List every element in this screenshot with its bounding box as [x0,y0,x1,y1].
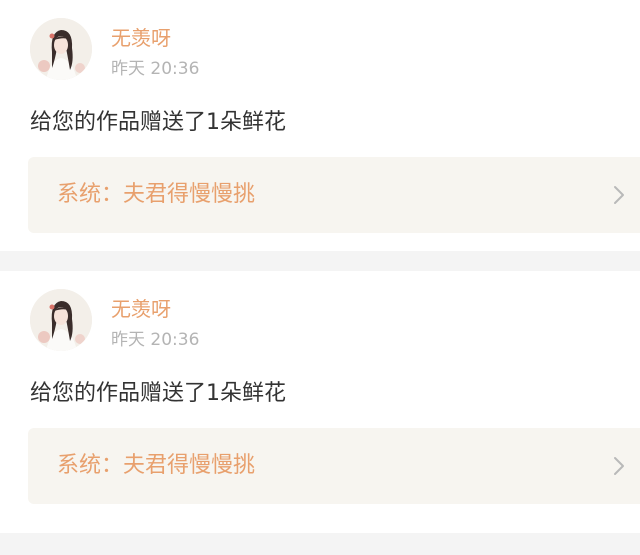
timestamp: 昨天 20:36 [111,59,200,79]
timestamp: 昨天 20:36 [111,330,200,350]
notification-card: 无羡呀 昨天 20:36 给您的作品赠送了1朵鲜花 系统：夫君得慢慢挑 [0,271,640,533]
system-link-text: 系统：夫君得慢慢挑 [57,182,256,207]
user-avatar-icon[interactable] [30,289,92,351]
username[interactable]: 无羡呀 [111,296,171,322]
chevron-right-icon [612,183,626,207]
chevron-right-icon [612,454,626,478]
user-avatar-icon[interactable] [30,18,92,80]
system-link-box[interactable]: 系统：夫君得慢慢挑 [28,428,640,504]
message-text: 给您的作品赠送了1朵鲜花 [30,110,286,135]
system-link-text: 系统：夫君得慢慢挑 [57,453,256,478]
system-link-box[interactable]: 系统：夫君得慢慢挑 [28,157,640,233]
notification-card: 无羡呀 昨天 20:36 给您的作品赠送了1朵鲜花 系统：夫君得慢慢挑 [0,0,640,251]
message-text: 给您的作品赠送了1朵鲜花 [30,381,286,406]
notification-feed: 无羡呀 昨天 20:36 给您的作品赠送了1朵鲜花 系统：夫君得慢慢挑 无羡呀 … [0,0,640,533]
username[interactable]: 无羡呀 [111,25,171,51]
